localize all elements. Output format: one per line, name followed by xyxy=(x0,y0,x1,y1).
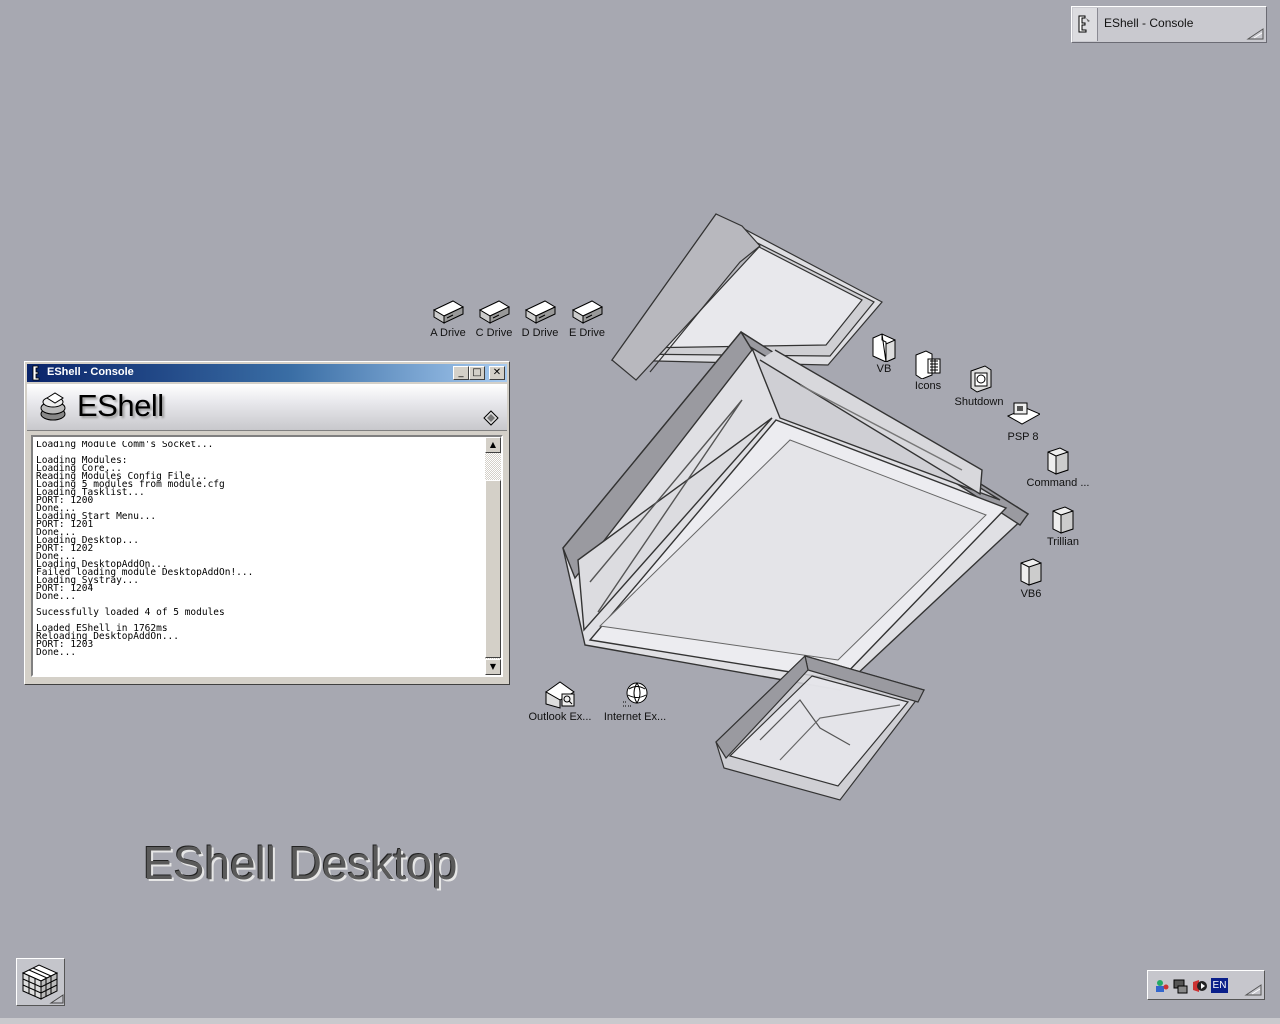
console-log-area[interactable]: Loading Module Comm's Socket... Loading … xyxy=(31,435,503,677)
desktop-icon-label: Command ... xyxy=(1026,477,1090,489)
console-window[interactable]: EShell - Console _ □ ✕ EShell Loading Mo… xyxy=(24,361,510,685)
desktop-icon-label: Outlook Ex... xyxy=(528,711,592,723)
eshell-app-icon xyxy=(1073,8,1098,41)
desktop-icon-label: Internet Ex... xyxy=(603,711,667,723)
icons-folder-icon xyxy=(915,350,941,379)
media-player-icon[interactable] xyxy=(1191,978,1207,994)
desktop-icon-label: E Drive xyxy=(568,327,606,339)
scroll-down-button[interactable]: ▼ xyxy=(485,659,501,675)
desktop-icon-vb6[interactable]: VB6 xyxy=(999,557,1063,600)
scroll-thumb[interactable] xyxy=(485,480,501,658)
desktop-icon-label: PSP 8 xyxy=(1007,431,1039,443)
console-log-text: Loading Module Comm's Socket... Loading … xyxy=(36,441,254,658)
desktop-title: EShell Desktop xyxy=(143,837,458,889)
shutdown-icon xyxy=(970,365,992,393)
scroll-up-button[interactable]: ▲ xyxy=(485,437,501,453)
close-button[interactable]: ✕ xyxy=(489,366,505,380)
eshell-logo-icon xyxy=(40,392,66,421)
console-title: EShell - Console xyxy=(47,366,134,378)
cube-start-icon xyxy=(21,964,64,1004)
desktop-icon-psp8[interactable]: PSP 8 xyxy=(991,400,1055,443)
desktop-icon-label: Trillian xyxy=(1047,536,1079,548)
drive-icon xyxy=(524,300,557,324)
desktop-icon-trillian[interactable]: Trillian xyxy=(1031,505,1095,548)
language-indicator[interactable]: EN xyxy=(1211,978,1228,993)
diamond-icon[interactable] xyxy=(483,410,499,426)
drive-icon xyxy=(432,300,465,324)
resize-grip-icon xyxy=(1246,28,1264,40)
console-banner-title: EShell xyxy=(77,388,164,423)
resize-grip-icon xyxy=(1244,984,1262,996)
desktop-icon-label: VB6 xyxy=(1020,588,1042,600)
cube-icon xyxy=(1052,506,1074,534)
internet-explorer-icon xyxy=(623,682,648,707)
console-titlebar[interactable]: EShell - Console _ □ ✕ xyxy=(27,364,507,382)
display-settings-icon[interactable] xyxy=(1172,978,1188,994)
vertical-scrollbar[interactable]: ▲ ▼ xyxy=(485,437,501,675)
cube-icon xyxy=(1020,558,1042,586)
outlook-icon xyxy=(545,681,575,709)
console-banner: EShell xyxy=(27,384,507,431)
desktop-icon-internet-explorer[interactable]: Internet Ex... xyxy=(603,680,667,723)
eshell-app-icon xyxy=(32,365,40,381)
minimize-button[interactable]: _ xyxy=(453,366,469,380)
desktop-icon-outlook-express[interactable]: Outlook Ex... xyxy=(528,680,592,723)
isometric-cube-decoration xyxy=(562,213,1030,801)
task-button-eshell-console[interactable]: EShell - Console xyxy=(1071,6,1267,43)
desktop-icon-e-drive[interactable]: E Drive xyxy=(555,298,619,339)
drive-icon xyxy=(571,300,604,324)
network-users-icon[interactable] xyxy=(1154,978,1170,994)
maximize-button[interactable]: □ xyxy=(469,366,485,380)
bottom-strip xyxy=(0,1018,1280,1024)
desktop-icon-command[interactable]: Command ... xyxy=(1026,446,1090,489)
start-button[interactable] xyxy=(16,958,65,1006)
system-tray: EN xyxy=(1147,970,1265,1000)
drive-icon xyxy=(478,300,511,324)
psp-icon xyxy=(1006,402,1040,425)
task-button-label: EShell - Console xyxy=(1104,16,1194,30)
cube-icon xyxy=(1047,447,1069,475)
